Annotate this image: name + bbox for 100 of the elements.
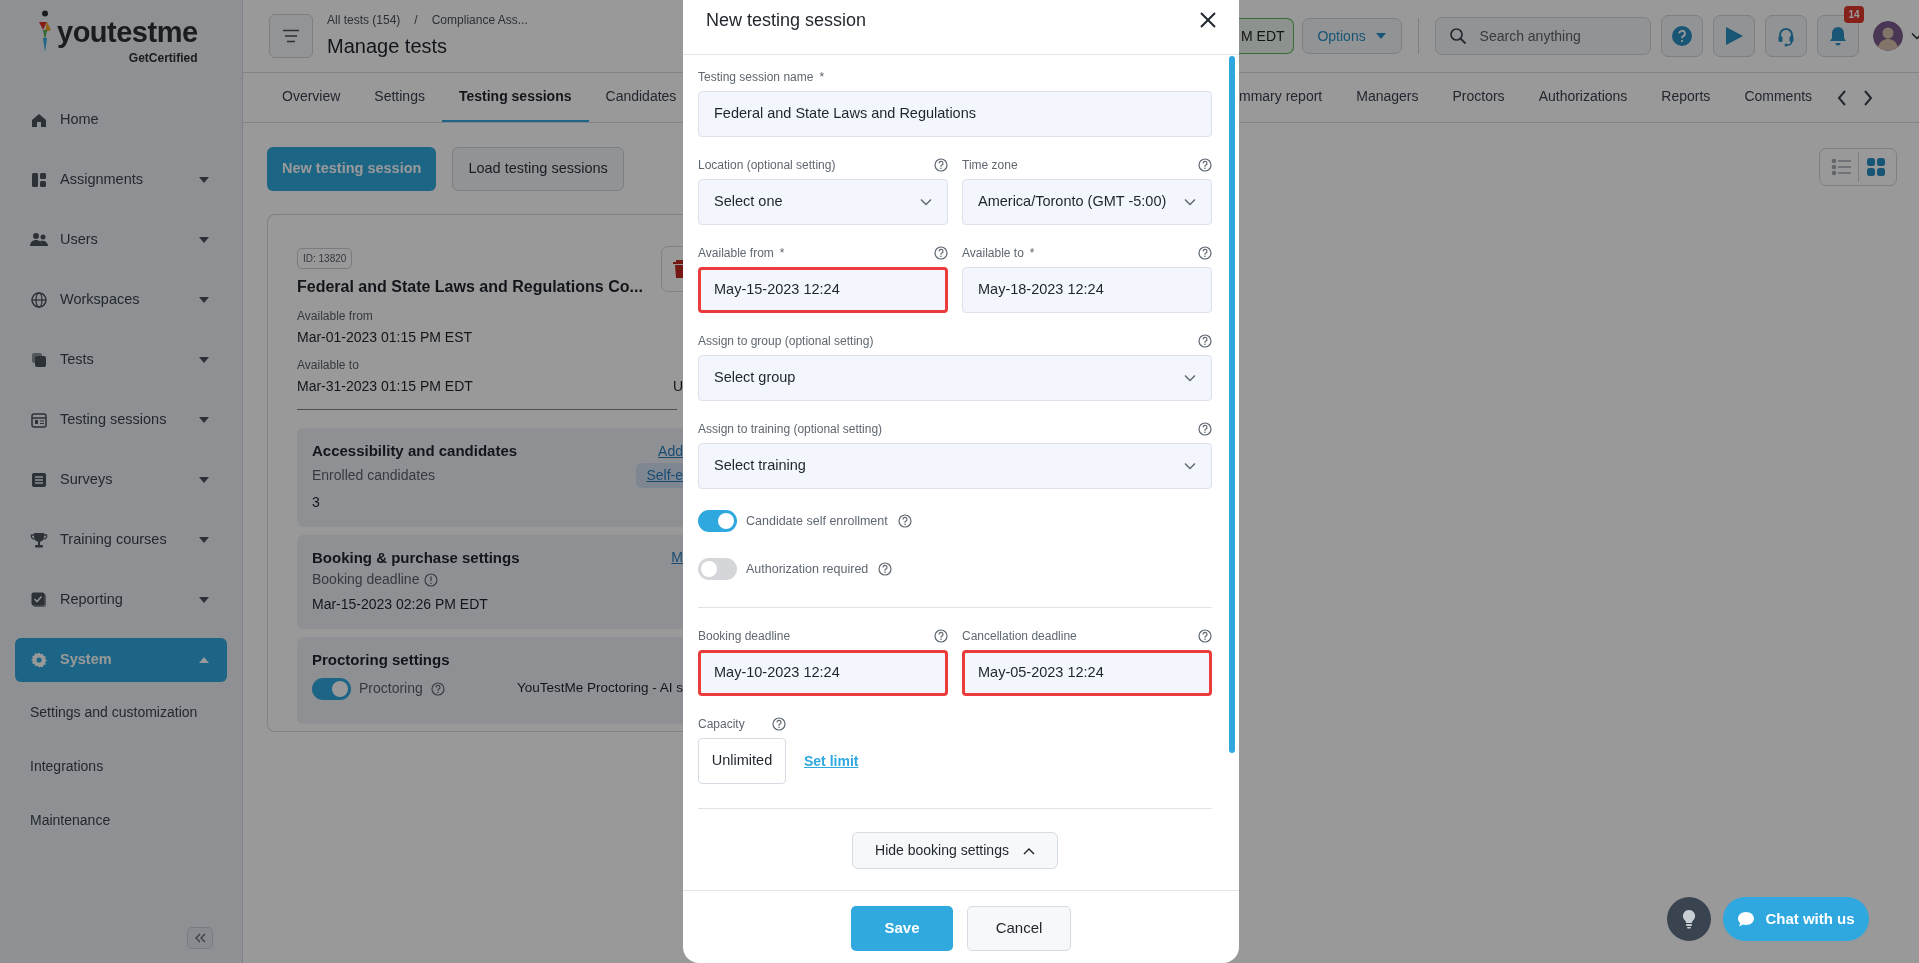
close-button[interactable]: [1199, 11, 1217, 29]
grid-view-icon[interactable]: [1865, 157, 1886, 177]
panel-title: Accessibility and candidates: [312, 441, 518, 461]
close-icon: [1199, 11, 1217, 29]
tab[interactable]: Testing sessions: [441, 73, 589, 122]
field-label: Assign to group (optional setting): [698, 334, 874, 348]
select-field[interactable]: America/Toronto (GMT -5:00): [962, 179, 1212, 225]
users-icon: [30, 231, 48, 249]
tab[interactable]: Proctors: [1435, 73, 1522, 122]
field-label: Available to: [962, 246, 1024, 260]
sidebar-subitem[interactable]: Maintenance: [15, 802, 227, 838]
page-title: Manage tests: [327, 34, 449, 59]
tips-button[interactable]: [1667, 897, 1711, 941]
caret-down-icon: [1375, 33, 1386, 39]
list-view-icon[interactable]: [1831, 157, 1851, 177]
field-label: Testing session name: [698, 70, 814, 84]
cancel-button[interactable]: Cancel: [967, 905, 1071, 951]
trophy-icon: [30, 531, 48, 549]
support-button[interactable]: [1764, 15, 1807, 57]
sidebar-item[interactable]: Users: [15, 218, 227, 262]
input-field[interactable]: May-10-2023 12:24: [698, 650, 948, 696]
globe-icon: [30, 291, 48, 309]
sidebar-subitem[interactable]: Settings and customization: [15, 694, 227, 730]
speech-bubble-icon: [1737, 911, 1756, 927]
set-limit-link[interactable]: Set limit: [804, 750, 859, 772]
input-field[interactable]: May-15-2023 12:24: [698, 267, 948, 313]
menu-button[interactable]: [269, 14, 313, 58]
breadcrumb-link[interactable]: All tests (154): [327, 11, 401, 29]
load-sessions-button[interactable]: Load testing sessions: [452, 147, 624, 191]
chevron-left-icon[interactable]: [1837, 89, 1848, 106]
sidebar-item[interactable]: Assignments: [15, 158, 227, 202]
help-button[interactable]: [1660, 15, 1703, 57]
checkbox-icon: [30, 591, 48, 609]
sidebar-item[interactable]: Workspaces: [15, 278, 227, 322]
sidebar-item[interactable]: Tests: [15, 338, 227, 382]
scrollbar-thumb[interactable]: [1229, 56, 1235, 753]
view-toggle[interactable]: [1819, 148, 1897, 186]
chevron-right-icon[interactable]: [1863, 89, 1874, 106]
breadcrumb-link[interactable]: Compliance Ass...: [431, 11, 528, 29]
hide-settings-button[interactable]: Hide booking settings: [852, 832, 1058, 869]
field-label: Assign to training (optional setting): [698, 422, 883, 436]
date-value: Mar-01-2023 01:15 PM EST: [297, 328, 473, 347]
date-label: Available to: [297, 357, 360, 374]
tab[interactable]: Reports: [1644, 73, 1728, 122]
panel-link[interactable]: M: [671, 547, 683, 569]
breadcrumb-separator: /: [414, 12, 418, 29]
sidebar-item[interactable]: Reporting: [15, 578, 227, 622]
sidebar-item[interactable]: Testing sessions: [15, 398, 227, 442]
time-chip: M EDT: [1239, 18, 1294, 54]
chevron-down-icon: [920, 198, 932, 206]
tab[interactable]: mmary report: [1239, 73, 1340, 122]
toggle-switch[interactable]: [698, 510, 737, 532]
tab[interactable]: Managers: [1339, 73, 1436, 122]
chevron-down-icon: [1184, 198, 1196, 206]
field-label: Booking deadline: [698, 629, 791, 643]
input-field[interactable]: Federal and State Laws and Regulations: [698, 91, 1212, 137]
calendar-icon: [30, 411, 48, 429]
required-mark: *: [1029, 246, 1035, 260]
field-label: Location (optional setting): [698, 158, 836, 172]
sidebar-subitem[interactable]: Integrations: [15, 748, 227, 784]
chevron-down-icon: [1910, 32, 1919, 40]
help-icon: [1670, 25, 1693, 47]
double-chevron-left-icon: [194, 933, 206, 943]
panel-value: 3: [312, 492, 321, 512]
tab[interactable]: Authorizations: [1521, 73, 1645, 122]
help-icon: [430, 681, 445, 696]
collapse-button[interactable]: [187, 927, 213, 949]
play-button[interactable]: [1712, 15, 1755, 57]
provider-text: YouTestMe Proctoring - AI s: [516, 679, 683, 698]
select-field[interactable]: Select group: [698, 355, 1212, 401]
toggle-label: Authorization required: [746, 560, 869, 578]
search-field[interactable]: Search anything: [1434, 17, 1651, 55]
date-label: Available from: [297, 308, 374, 325]
list-icon: [30, 471, 48, 489]
sidebar-item[interactable]: Surveys: [15, 458, 227, 502]
tab[interactable]: Overview: [265, 73, 358, 122]
cut-text: U: [672, 377, 683, 396]
chat-button[interactable]: Chat with us: [1723, 897, 1869, 941]
dashboard-icon: [30, 171, 48, 189]
toggle-switch[interactable]: [698, 558, 737, 580]
input-field[interactable]: May-18-2023 12:24: [962, 267, 1212, 313]
capacity-field[interactable]: Unlimited: [698, 738, 786, 784]
toggle-label: Proctoring: [359, 679, 423, 698]
logo-wordmark: youtestme: [57, 18, 198, 47]
select-field[interactable]: Select training: [698, 443, 1212, 489]
search-icon: [1448, 27, 1467, 45]
options-button[interactable]: Options: [1301, 18, 1402, 54]
sidebar-item[interactable]: Training courses: [15, 518, 227, 562]
select-field[interactable]: Select one: [698, 179, 948, 225]
tab[interactable]: Comments: [1727, 73, 1830, 122]
panel-subtitle: Enrolled candidates: [312, 465, 435, 485]
panel-link[interactable]: Add: [658, 440, 683, 462]
input-field[interactable]: May-05-2023 12:24: [962, 650, 1212, 696]
tab[interactable]: Settings: [357, 73, 442, 122]
save-button[interactable]: Save: [851, 905, 953, 951]
toggle-label: Candidate self enrollment: [746, 512, 888, 530]
avatar[interactable]: [1872, 21, 1903, 51]
field-label: Cancellation deadline: [962, 629, 1077, 643]
toggle-switch[interactable]: [312, 677, 351, 700]
sidebar-item[interactable]: Home: [15, 98, 227, 142]
